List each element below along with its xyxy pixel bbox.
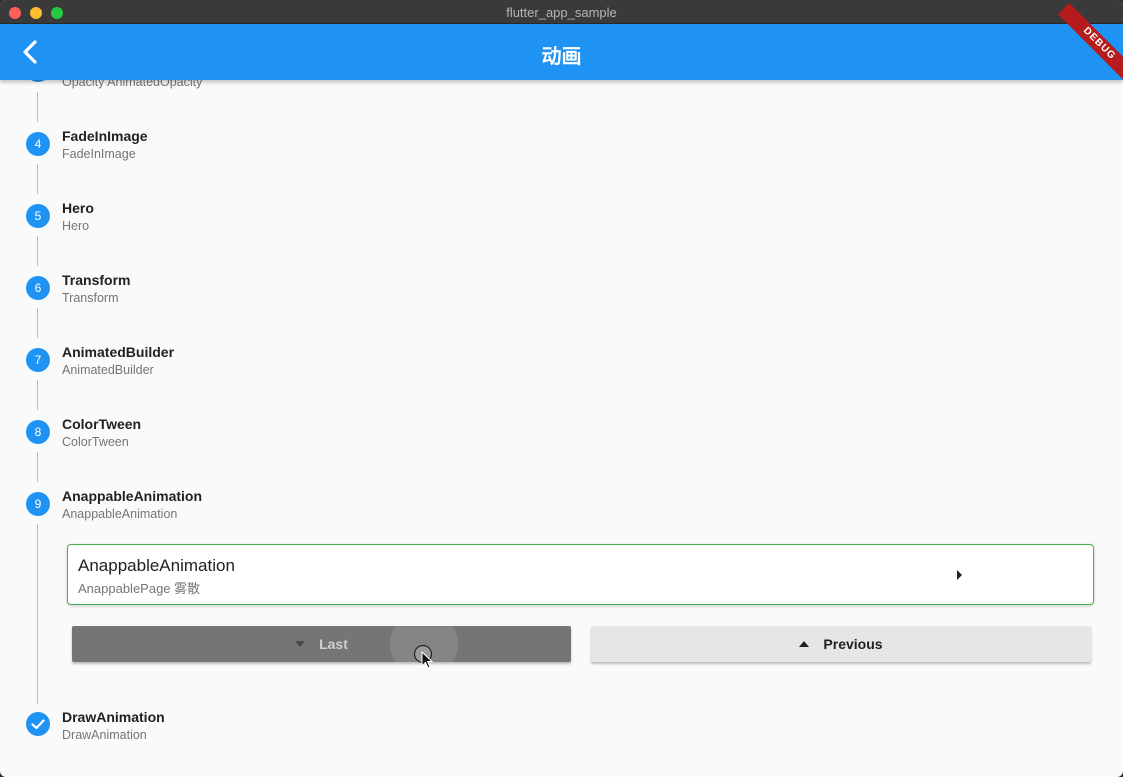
step-item[interactable]: 9 AnappableAnimation AnappableAnimation (0, 488, 600, 538)
anappable-card[interactable]: AnappableAnimation AnappablePage 雾散 (67, 544, 1094, 605)
step-item[interactable]: 3 Opacity AnimatedOpacity (0, 80, 600, 108)
step-number: 3 (26, 80, 50, 82)
step-item[interactable]: 4 FadeInImage FadeInImage (0, 128, 600, 178)
step-title: AnappableAnimation (62, 488, 203, 504)
step-title: FadeInImage (62, 128, 148, 144)
step-item[interactable]: 5 Hero Hero (0, 200, 600, 250)
step-subtitle: Transform (62, 291, 119, 305)
app-window: flutter_app_sample 动画 DEBUG 3 Opacity An… (0, 0, 1123, 777)
step-item[interactable]: 8 ColorTween ColorTween (0, 416, 600, 466)
step-item[interactable]: 6 Transform Transform (0, 272, 600, 322)
card-title: AnappableAnimation (78, 556, 235, 575)
last-button[interactable]: Last (72, 626, 571, 662)
window-titlebar: flutter_app_sample (0, 0, 1123, 24)
step-title: Hero (62, 200, 94, 216)
step-subtitle: AnappableAnimation (62, 507, 178, 521)
last-button-label: Last (319, 636, 348, 652)
arrow-down-icon (295, 640, 306, 647)
step-subtitle: Opacity AnimatedOpacity (62, 80, 203, 89)
step-title: ColorTween (62, 416, 142, 432)
step-subtitle: ColorTween (62, 435, 129, 449)
step-title: DrawAnimation (62, 709, 165, 725)
step-number: 9 (26, 492, 50, 516)
window-title: flutter_app_sample (506, 5, 617, 20)
step-number: 7 (26, 348, 50, 372)
step-complete-badge (26, 712, 50, 736)
stepper: 3 Opacity AnimatedOpacity 4 FadeInImage … (0, 80, 1123, 777)
step-subtitle: FadeInImage (62, 147, 136, 161)
check-icon (31, 719, 45, 730)
step-item[interactable]: DrawAnimation DrawAnimation (0, 709, 600, 759)
step-subtitle: Hero (62, 219, 90, 233)
step-title: AnimatedBuilder (62, 344, 175, 360)
step-number: 8 (26, 420, 50, 444)
play-arrow-icon (957, 570, 962, 580)
step-subtitle: DrawAnimation (62, 728, 147, 742)
previous-button[interactable]: Previous (591, 626, 1091, 662)
page-title: 动画 (541, 46, 582, 68)
arrow-up-icon (799, 640, 810, 647)
step-subtitle: AnimatedBuilder (62, 363, 154, 377)
app-bar: 动画 DEBUG (0, 2, 1123, 86)
previous-button-label: Previous (823, 636, 883, 652)
step-number: 4 (26, 132, 50, 156)
step-title: Transform (62, 272, 131, 288)
mouse-cursor-icon (413, 645, 433, 669)
step-number: 6 (26, 276, 50, 300)
step-item[interactable]: 7 AnimatedBuilder AnimatedBuilder (0, 344, 600, 394)
card-subtitle: AnappablePage 雾散 (78, 581, 201, 596)
step-number: 5 (26, 204, 50, 228)
step-connector (37, 524, 38, 704)
